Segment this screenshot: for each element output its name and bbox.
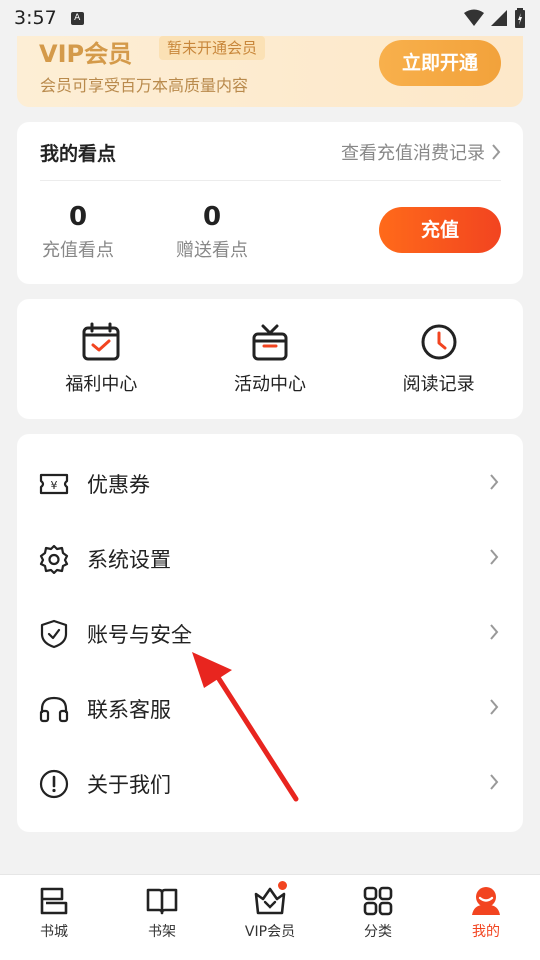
nav-item-categories[interactable]: 分类 [324,875,432,960]
nav-label: 分类 [364,924,392,940]
recharge-points-value: 0 [68,202,88,232]
vip-status-badge: 暂未开通会员 [159,36,266,60]
points-card: 我的看点 查看充值消费记录 0 充值看点 0 赠送看点 充值 [17,122,523,284]
quick-item-reading-history[interactable]: 阅读记录 [354,299,523,419]
profile-icon [472,887,500,915]
menu-item-customer-service[interactable]: 联系客服 [17,671,523,746]
quick-label: 福利中心 [65,374,138,395]
menu-label: 联系客服 [87,697,171,722]
nav-label: VIP会员 [244,924,296,940]
vip-open-button[interactable]: 立即开通 [379,40,501,86]
quick-label: 活动中心 [234,374,306,395]
calendar-check-icon [82,322,120,361]
gift-points-value: 0 [202,202,222,232]
chevron-right-icon [490,774,499,790]
settings-menu-card: ¥ 优惠券 系统设置 账号与安全 联系客服 关于我们 [17,434,523,832]
gift-points-label: 赠送看点 [176,240,248,261]
gift-points-stat: 0 赠送看点 [174,202,250,262]
menu-item-system-settings[interactable]: 系统设置 [17,521,523,596]
svg-text:¥: ¥ [51,479,58,492]
status-bar: 3:57 A [0,0,540,36]
chevron-right-icon [490,474,499,490]
points-history-link[interactable]: 查看充值消费记录 [341,139,501,165]
status-time: 3:57 [14,7,57,29]
status-icons [464,8,526,28]
recharge-points-label: 充值看点 [42,240,114,261]
vip-banner[interactable]: VIP会员 暂未开通会员 会员可享受百万本高质量内容 立即开通 [17,36,523,107]
quick-actions-card: 福利中心 活动中心 阅读记录 [17,299,523,419]
nav-label: 书架 [148,924,176,940]
vip-title: VIP会员 [39,40,133,68]
battery-icon [515,8,525,28]
shield-check-icon [39,619,69,649]
recharge-button[interactable]: 充值 [379,207,501,253]
points-history-label: 查看充值消费记录 [341,143,485,164]
nav-item-bookstore[interactable]: 书城 [0,875,108,960]
menu-item-account-security[interactable]: 账号与安全 [17,596,523,671]
menu-item-coupons[interactable]: ¥ 优惠券 [17,446,523,521]
chevron-right-icon [490,624,499,640]
nav-label: 我的 [472,924,500,940]
menu-item-about-us[interactable]: 关于我们 [17,746,523,821]
notification-dot [278,881,287,890]
chevron-right-icon [490,549,499,565]
grid-icon [363,886,393,916]
menu-label: 关于我们 [87,772,171,797]
nav-item-mine[interactable]: 我的 [432,875,540,960]
quick-label: 阅读记录 [402,374,475,395]
book-open-icon [146,888,178,915]
coupon-icon: ¥ [39,469,69,499]
chevron-right-icon [492,144,501,160]
vip-description: 会员可享受百万本高质量内容 [40,76,249,95]
recharge-points-stat: 0 充值看点 [40,202,116,262]
wifi-icon [464,9,484,26]
nav-item-bookshelf[interactable]: 书架 [108,875,216,960]
quick-item-welfare-center[interactable]: 福利中心 [17,299,186,419]
points-title: 我的看点 [40,143,117,165]
info-exclamation-icon [39,769,69,799]
notification-a-icon: A [70,11,84,25]
chevron-right-icon [490,699,499,715]
cellular-signal-icon [491,10,507,26]
gift-box-icon [252,324,288,361]
headphones-icon [39,694,69,724]
menu-label: 系统设置 [87,547,171,572]
menu-label: 账号与安全 [87,622,192,647]
clock-icon [421,324,457,360]
divider [40,180,501,181]
bookstore-icon [40,887,68,915]
nav-label: 书城 [40,924,68,940]
menu-label: 优惠券 [87,472,150,497]
bottom-nav: 书城 书架 VIP会员 分类 我的 [0,874,540,960]
quick-item-activity-center[interactable]: 活动中心 [186,299,355,419]
nav-item-vip[interactable]: VIP会员 [216,875,324,960]
gear-icon [39,544,69,574]
